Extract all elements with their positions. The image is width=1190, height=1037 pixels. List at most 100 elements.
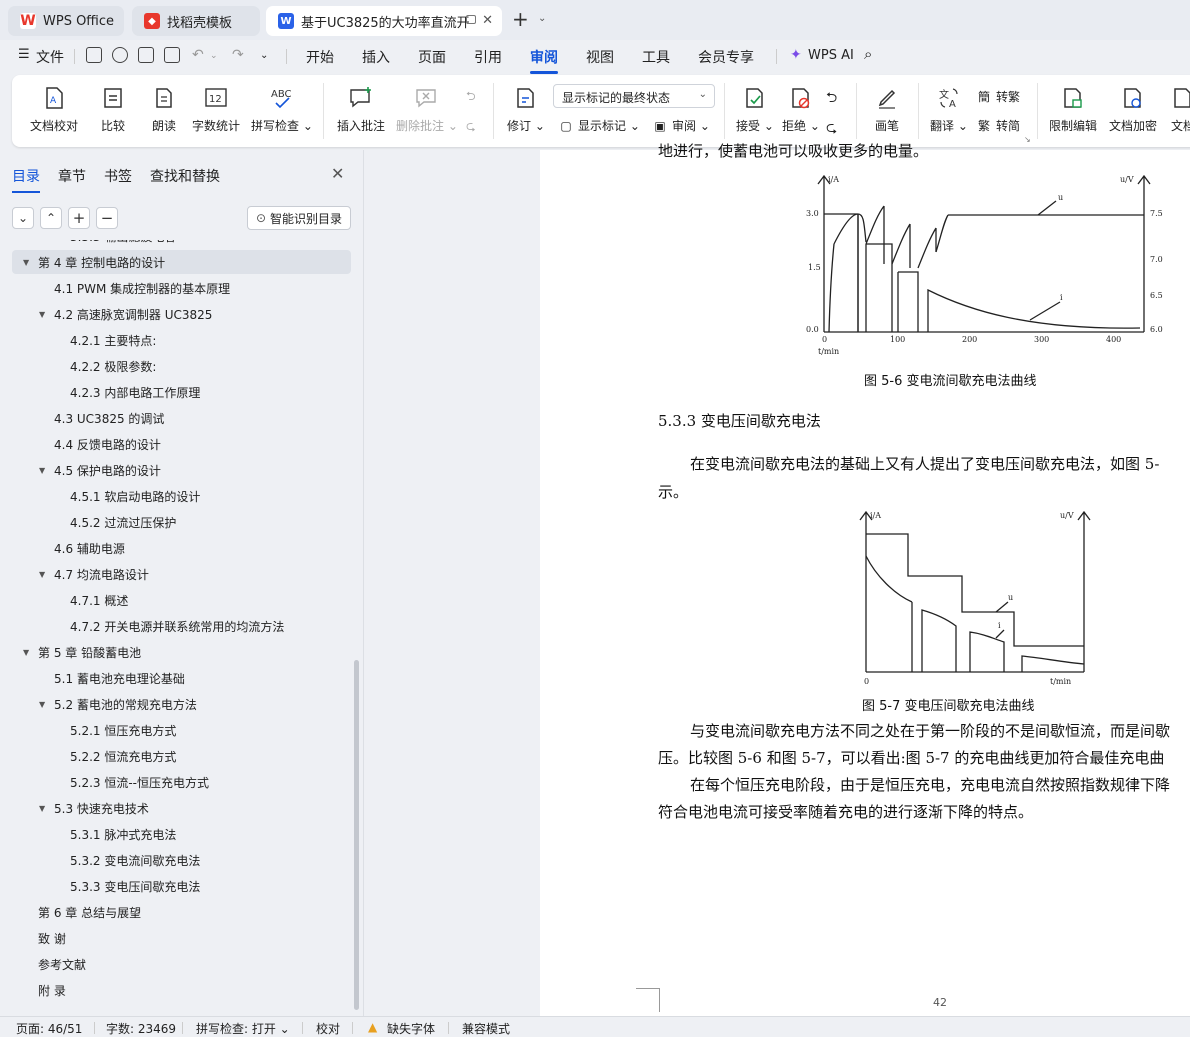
menu-reference[interactable]: 引用 bbox=[474, 47, 502, 67]
previous-change-icon[interactable]: ⮌ bbox=[826, 87, 837, 111]
toc-item[interactable]: 5.3.2 变电流间歇充电法 bbox=[12, 848, 351, 872]
remove-heading-icon[interactable]: − bbox=[96, 207, 118, 229]
next-change-icon[interactable]: ⮎ bbox=[826, 117, 837, 141]
toc-item[interactable]: 致 谢 bbox=[12, 926, 351, 950]
show-markup-button[interactable]: ▢ 显示标记 ⌄ bbox=[558, 117, 640, 134]
toc-item[interactable]: 参考文献 bbox=[12, 952, 351, 976]
toc-item[interactable]: ▼ 第 5 章 铅酸蓄电池 bbox=[12, 640, 351, 664]
toc-item[interactable]: 4.3 UC3825 的调试 bbox=[12, 406, 351, 430]
doc-more-button[interactable]: 文档 bbox=[1170, 85, 1190, 134]
spell-check-button[interactable]: ABC 拼写检查 ⌄ bbox=[251, 85, 313, 134]
menu-view[interactable]: 视图 bbox=[586, 47, 614, 67]
add-heading-icon[interactable]: + bbox=[68, 207, 90, 229]
toc-item[interactable]: 4.7.2 开关电源并联系统常用的均流方法 bbox=[12, 614, 351, 638]
toc-item[interactable]: 5.2.3 恒流--恒压充电方式 bbox=[12, 770, 351, 794]
sidebar-scrollbar[interactable] bbox=[354, 660, 359, 1010]
toc-item[interactable]: ▼ 4.5 保护电路的设计 bbox=[12, 458, 351, 482]
collapse-icon[interactable]: ⌄ bbox=[12, 207, 34, 229]
toc-item[interactable]: 4.2.1 主要特点: bbox=[12, 328, 351, 352]
toc-item[interactable]: 附 录 bbox=[12, 978, 351, 1002]
toc-item[interactable]: 5.2.2 恒流充电方式 bbox=[12, 744, 351, 768]
close-tab-icon[interactable]: ✕ bbox=[482, 13, 493, 28]
spell-check-indicator[interactable]: 拼写检查: 打开 ⌄ bbox=[196, 1020, 290, 1037]
save-icon[interactable] bbox=[86, 47, 102, 63]
proof-indicator[interactable]: 校对 bbox=[316, 1020, 340, 1037]
toc-item[interactable]: 3.5.3 输出滤波电容 bbox=[12, 240, 351, 248]
redo-icon[interactable]: ↷ bbox=[232, 47, 244, 63]
word-count-button[interactable]: 12 字数统计 bbox=[192, 85, 240, 134]
document-page[interactable]: 地进行，使蓄电池可以吸收更多的电量。 i/A u/V 3.0 1.5 0.0 7… bbox=[540, 142, 1190, 1016]
toc-item[interactable]: 4.1 PWM 集成控制器的基本原理 bbox=[12, 276, 351, 300]
toc-item[interactable]: ▼ 5.3 快速充电技术 bbox=[12, 796, 351, 820]
expand-triangle-icon[interactable]: ▼ bbox=[23, 648, 29, 657]
new-tab-icon[interactable]: + bbox=[512, 8, 529, 30]
menu-page[interactable]: 页面 bbox=[418, 47, 446, 67]
more-chevron-icon[interactable]: ⌄ bbox=[260, 50, 268, 61]
proofread-button[interactable]: A 文档校对 bbox=[30, 85, 78, 134]
toc-item[interactable]: 4.2.2 极限参数: bbox=[12, 354, 351, 378]
expand-triangle-icon[interactable]: ▼ bbox=[39, 700, 45, 709]
search-icon[interactable]: ⌕ bbox=[864, 45, 872, 63]
group-launcher-icon[interactable]: ↘ bbox=[1024, 135, 1190, 144]
window-icon[interactable] bbox=[466, 15, 476, 24]
insert-comment-button[interactable]: 插入批注 bbox=[337, 85, 385, 134]
accept-button[interactable]: 接受 ⌄ bbox=[736, 85, 774, 134]
to-simplified-button[interactable]: 繁 转简 bbox=[976, 117, 1020, 134]
undo-icon[interactable]: ↶ bbox=[192, 47, 204, 63]
toc-item[interactable]: ▼ 第 4 章 控制电路的设计 bbox=[12, 250, 351, 274]
revise-button[interactable]: 修订 ⌄ bbox=[507, 85, 545, 134]
missing-font-indicator[interactable]: 缺失字体 bbox=[387, 1020, 435, 1037]
word-count-indicator[interactable]: 字数: 23469 bbox=[106, 1020, 176, 1037]
expand-triangle-icon[interactable]: ▼ bbox=[23, 258, 29, 267]
tab-template[interactable]: ◆ 找稻壳模板 bbox=[132, 6, 260, 36]
toc-item[interactable]: 4.7.1 概述 bbox=[12, 588, 351, 612]
menu-file[interactable]: 文件 bbox=[36, 47, 64, 67]
menu-start[interactable]: 开始 bbox=[306, 47, 334, 67]
expand-up-icon[interactable]: ⌃ bbox=[40, 207, 62, 229]
toc-item[interactable]: ▼ 4.2 高速脉宽调制器 UC3825 bbox=[12, 302, 351, 326]
tab-list-chevron-icon[interactable]: ⌄ bbox=[538, 13, 546, 24]
review-pane-button[interactable]: ▣ 审阅 ⌄ bbox=[652, 117, 710, 134]
toc-item[interactable]: 5.3.3 变电压间歇充电法 bbox=[12, 874, 351, 898]
menu-insert[interactable]: 插入 bbox=[362, 47, 390, 67]
smart-toc-button[interactable]: ⊙ 智能识别目录 bbox=[247, 206, 351, 230]
menu-wps-ai[interactable]: WPS AI bbox=[808, 48, 854, 63]
encrypt-button[interactable]: 文档加密 bbox=[1109, 85, 1157, 134]
close-pane-icon[interactable]: ✕ bbox=[331, 164, 344, 183]
toc-item[interactable]: ▼ 5.2 蓄电池的常规充电方法 bbox=[12, 692, 351, 716]
reject-button[interactable]: 拒绝 ⌄ bbox=[782, 85, 820, 134]
toc-item[interactable]: 4.6 辅助电源 bbox=[12, 536, 351, 560]
restrict-edit-button[interactable]: 限制编辑 bbox=[1049, 85, 1097, 134]
hamburger-icon[interactable]: ☰ bbox=[18, 47, 30, 62]
tab-wps-office[interactable]: W WPS Office bbox=[8, 6, 124, 36]
delete-comment-button[interactable]: 删除批注 ⌄ bbox=[396, 85, 458, 134]
pen-button[interactable]: 画笔 bbox=[874, 85, 900, 134]
share-icon[interactable] bbox=[112, 47, 128, 63]
translate-button[interactable]: 文A 翻译 ⌄ bbox=[930, 85, 968, 134]
toc-item[interactable]: 4.5.2 过流过压保护 bbox=[12, 510, 351, 534]
toc-item[interactable]: 4.4 反馈电路的设计 bbox=[12, 432, 351, 456]
toc-item[interactable]: ▼ 4.7 均流电路设计 bbox=[12, 562, 351, 586]
tab-document[interactable]: W 基于UC3825的大功率直流开关 ✕ bbox=[266, 6, 502, 36]
tab-chapters[interactable]: 章节 bbox=[58, 166, 86, 186]
markup-state-select[interactable]: 显示标记的最终状态 ⌄ bbox=[553, 84, 715, 108]
page-indicator[interactable]: 页面: 46/51 bbox=[16, 1020, 82, 1037]
expand-triangle-icon[interactable]: ▼ bbox=[39, 804, 45, 813]
expand-triangle-icon[interactable]: ▼ bbox=[39, 466, 45, 475]
compat-mode-indicator[interactable]: 兼容模式 bbox=[462, 1020, 510, 1037]
print-icon[interactable] bbox=[138, 47, 154, 63]
previous-comment-icon[interactable]: ⮌ bbox=[466, 87, 476, 108]
tab-find-replace[interactable]: 查找和替换 bbox=[150, 166, 220, 186]
to-traditional-button[interactable]: 簡 转繁 bbox=[976, 88, 1020, 105]
tab-bookmarks[interactable]: 书签 bbox=[104, 166, 132, 186]
toc-item[interactable]: 第 6 章 总结与展望 bbox=[12, 900, 351, 924]
expand-triangle-icon[interactable]: ▼ bbox=[39, 570, 45, 579]
expand-triangle-icon[interactable]: ▼ bbox=[39, 310, 45, 319]
menu-tools[interactable]: 工具 bbox=[642, 47, 670, 67]
next-comment-icon[interactable]: ⮎ bbox=[466, 117, 476, 138]
menu-review[interactable]: 审阅 bbox=[530, 47, 558, 74]
toc-item[interactable]: 5.2.1 恒压充电方式 bbox=[12, 718, 351, 742]
tab-toc[interactable]: 目录 bbox=[12, 166, 40, 193]
read-aloud-button[interactable]: 朗读 bbox=[151, 85, 177, 134]
menu-member[interactable]: 会员专享 bbox=[698, 47, 754, 67]
